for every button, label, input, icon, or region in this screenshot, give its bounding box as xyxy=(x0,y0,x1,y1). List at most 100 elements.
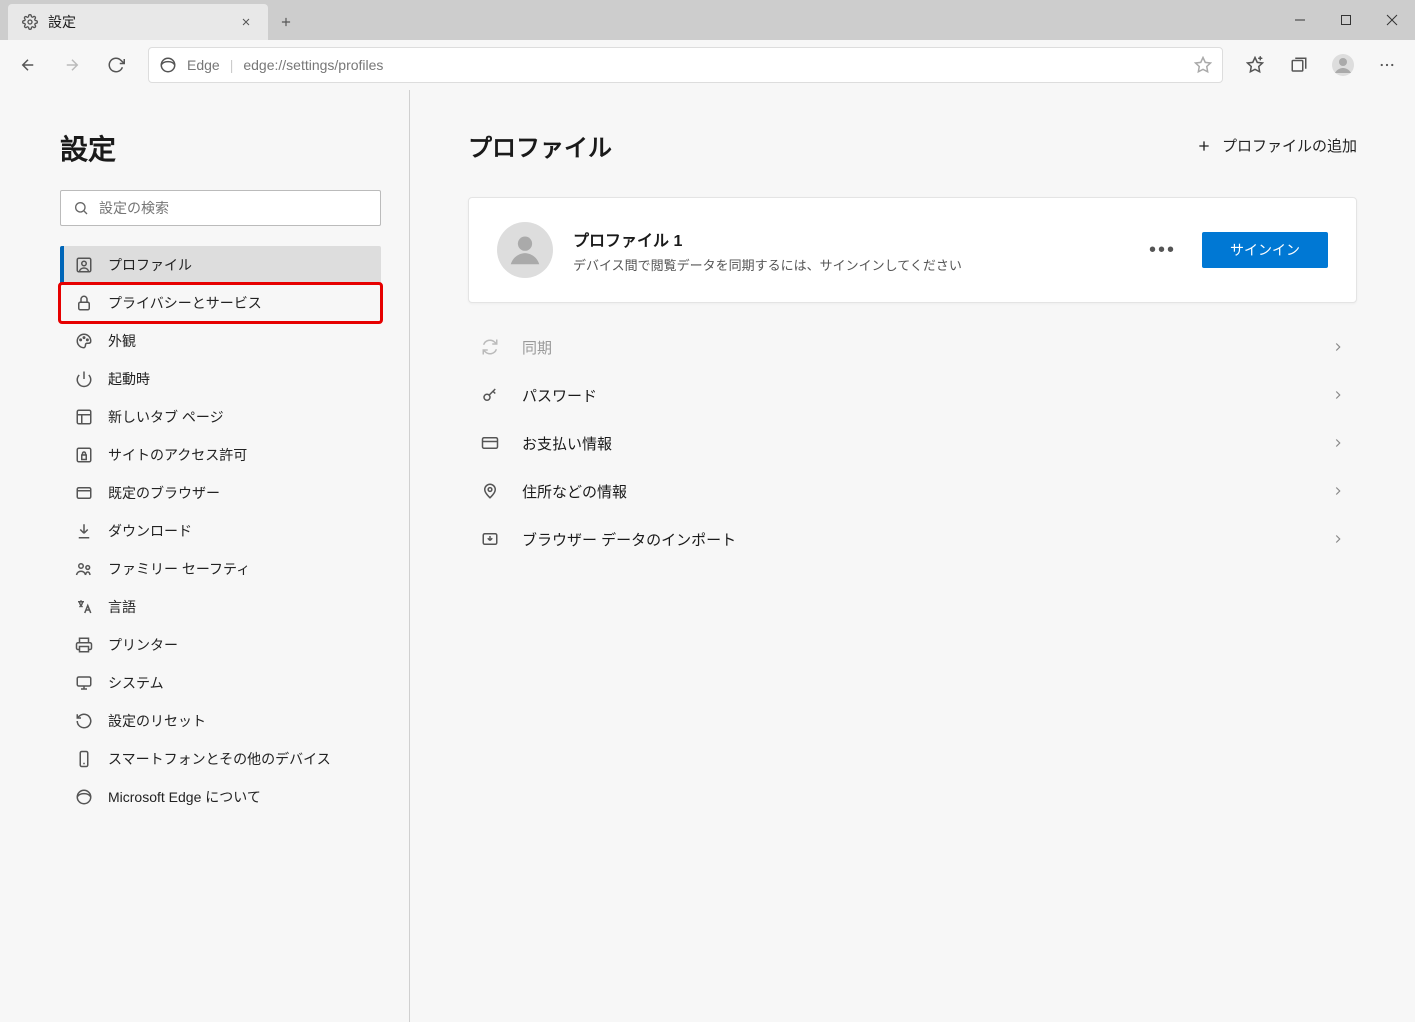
profile-avatar-button[interactable] xyxy=(1323,45,1363,85)
family-icon xyxy=(74,560,94,578)
power-icon xyxy=(74,370,94,388)
sidebar-item-label: プリンター xyxy=(108,635,178,655)
settings-title: 設定 xyxy=(60,128,381,168)
profile-avatar xyxy=(497,222,553,278)
sidebar-item-label: Microsoft Edge について xyxy=(108,787,261,807)
edge-icon xyxy=(74,788,94,806)
profile-name: プロファイル 1 xyxy=(573,227,1123,251)
sidebar-item-site-lock[interactable]: サイトのアクセス許可 xyxy=(60,436,381,474)
sidebar-item-edge[interactable]: Microsoft Edge について xyxy=(60,778,381,816)
new-tab-button[interactable] xyxy=(268,4,304,40)
sidebar-item-label: 新しいタブ ページ xyxy=(108,407,224,427)
window-grid-icon xyxy=(74,408,94,426)
add-profile-label: プロファイルの追加 xyxy=(1222,135,1357,156)
sign-in-button[interactable]: サインイン xyxy=(1202,232,1328,268)
sidebar-item-printer[interactable]: プリンター xyxy=(60,626,381,664)
sidebar-item-label: サイトのアクセス許可 xyxy=(108,445,247,465)
settings-row-label: 住所などの情報 xyxy=(522,481,1309,502)
import-icon xyxy=(480,530,500,548)
settings-row-card[interactable]: お支払い情報 xyxy=(468,419,1357,467)
settings-row-label: パスワード xyxy=(522,385,1309,406)
sidebar-item-palette[interactable]: 外観 xyxy=(60,322,381,360)
window-minimize-button[interactable] xyxy=(1277,0,1323,40)
more-menu-button[interactable] xyxy=(1367,45,1407,85)
plus-icon xyxy=(1196,138,1212,154)
sidebar-item-label: システム xyxy=(108,673,164,693)
location-icon xyxy=(480,482,500,500)
address-bar[interactable]: Edge | edge://settings/profiles xyxy=(148,47,1223,83)
sync-icon xyxy=(480,338,500,356)
system-icon xyxy=(74,674,94,692)
nav-back-button[interactable] xyxy=(8,45,48,85)
nav-refresh-button[interactable] xyxy=(96,45,136,85)
add-profile-button[interactable]: プロファイルの追加 xyxy=(1196,135,1357,156)
sidebar-item-label: ファミリー セーフティ xyxy=(108,559,250,579)
browser-default-icon xyxy=(74,484,94,502)
sidebar-item-label: 言語 xyxy=(108,597,136,617)
sidebar-item-label: 設定のリセット xyxy=(108,711,206,731)
url-divider: | xyxy=(230,57,234,73)
toolbar: Edge | edge://settings/profiles xyxy=(0,40,1415,90)
user-box-icon xyxy=(74,256,94,274)
favorites-button[interactable] xyxy=(1235,45,1275,85)
sidebar-item-lock[interactable]: プライバシーとサービス xyxy=(60,284,381,322)
window-maximize-button[interactable] xyxy=(1323,0,1369,40)
tab-close-button[interactable] xyxy=(234,10,258,34)
tab-title: 設定 xyxy=(48,12,224,32)
sidebar-item-phone[interactable]: スマートフォンとその他のデバイス xyxy=(60,740,381,778)
page-title: プロファイル xyxy=(468,128,612,163)
card-icon xyxy=(480,434,500,452)
sidebar-item-language[interactable]: 言語 xyxy=(60,588,381,626)
sidebar-item-family[interactable]: ファミリー セーフティ xyxy=(60,550,381,588)
url-text: edge://settings/profiles xyxy=(243,57,1184,73)
sidebar-item-label: 外観 xyxy=(108,331,136,351)
sidebar-item-label: プライバシーとサービス xyxy=(108,293,262,313)
titlebar: 設定 xyxy=(0,0,1415,40)
phone-icon xyxy=(74,750,94,768)
sidebar-item-label: 起動時 xyxy=(108,369,150,389)
sidebar-item-browser-default[interactable]: 既定のブラウザー xyxy=(60,474,381,512)
profile-more-button[interactable]: ••• xyxy=(1143,239,1182,262)
settings-row-sync: 同期 xyxy=(468,323,1357,371)
settings-search[interactable] xyxy=(60,190,381,226)
chevron-right-icon xyxy=(1331,532,1345,546)
url-scheme-label: Edge xyxy=(187,57,220,73)
settings-row-label: 同期 xyxy=(522,337,1309,358)
settings-row-key[interactable]: パスワード xyxy=(468,371,1357,419)
sidebar-item-window-grid[interactable]: 新しいタブ ページ xyxy=(60,398,381,436)
sidebar-item-power[interactable]: 起動時 xyxy=(60,360,381,398)
settings-search-input[interactable] xyxy=(99,200,368,216)
collections-button[interactable] xyxy=(1279,45,1319,85)
sidebar-item-label: 既定のブラウザー xyxy=(108,483,220,503)
settings-row-label: ブラウザー データのインポート xyxy=(522,529,1309,550)
chevron-right-icon xyxy=(1331,388,1345,402)
gear-icon xyxy=(22,14,38,30)
search-icon xyxy=(73,200,89,216)
settings-row-import[interactable]: ブラウザー データのインポート xyxy=(468,515,1357,563)
key-icon xyxy=(480,386,500,404)
sidebar-item-user-box[interactable]: プロファイル xyxy=(60,246,381,284)
sidebar-item-download[interactable]: ダウンロード xyxy=(60,512,381,550)
reset-icon xyxy=(74,712,94,730)
window-close-button[interactable] xyxy=(1369,0,1415,40)
browser-tab[interactable]: 設定 xyxy=(8,4,268,40)
settings-row-label: お支払い情報 xyxy=(522,433,1309,454)
palette-icon xyxy=(74,332,94,350)
profile-description: デバイス間で閲覧データを同期するには、サインインしてください xyxy=(573,255,1123,274)
sidebar-item-reset[interactable]: 設定のリセット xyxy=(60,702,381,740)
download-icon xyxy=(74,522,94,540)
window-controls xyxy=(1277,0,1415,40)
nav-forward-button[interactable] xyxy=(52,45,92,85)
sidebar-item-label: ダウンロード xyxy=(108,521,192,541)
chevron-right-icon xyxy=(1331,340,1345,354)
site-lock-icon xyxy=(74,446,94,464)
sidebar-item-system[interactable]: システム xyxy=(60,664,381,702)
sidebar-item-label: スマートフォンとその他のデバイス xyxy=(108,749,331,769)
lock-icon xyxy=(74,294,94,312)
chevron-right-icon xyxy=(1331,484,1345,498)
settings-sidebar: 設定 プロファイルプライバシーとサービス外観起動時新しいタブ ページサイトのアク… xyxy=(0,90,410,1022)
favorite-star-icon[interactable] xyxy=(1194,56,1212,74)
settings-row-location[interactable]: 住所などの情報 xyxy=(468,467,1357,515)
language-icon xyxy=(74,598,94,616)
sidebar-item-label: プロファイル xyxy=(108,255,192,275)
